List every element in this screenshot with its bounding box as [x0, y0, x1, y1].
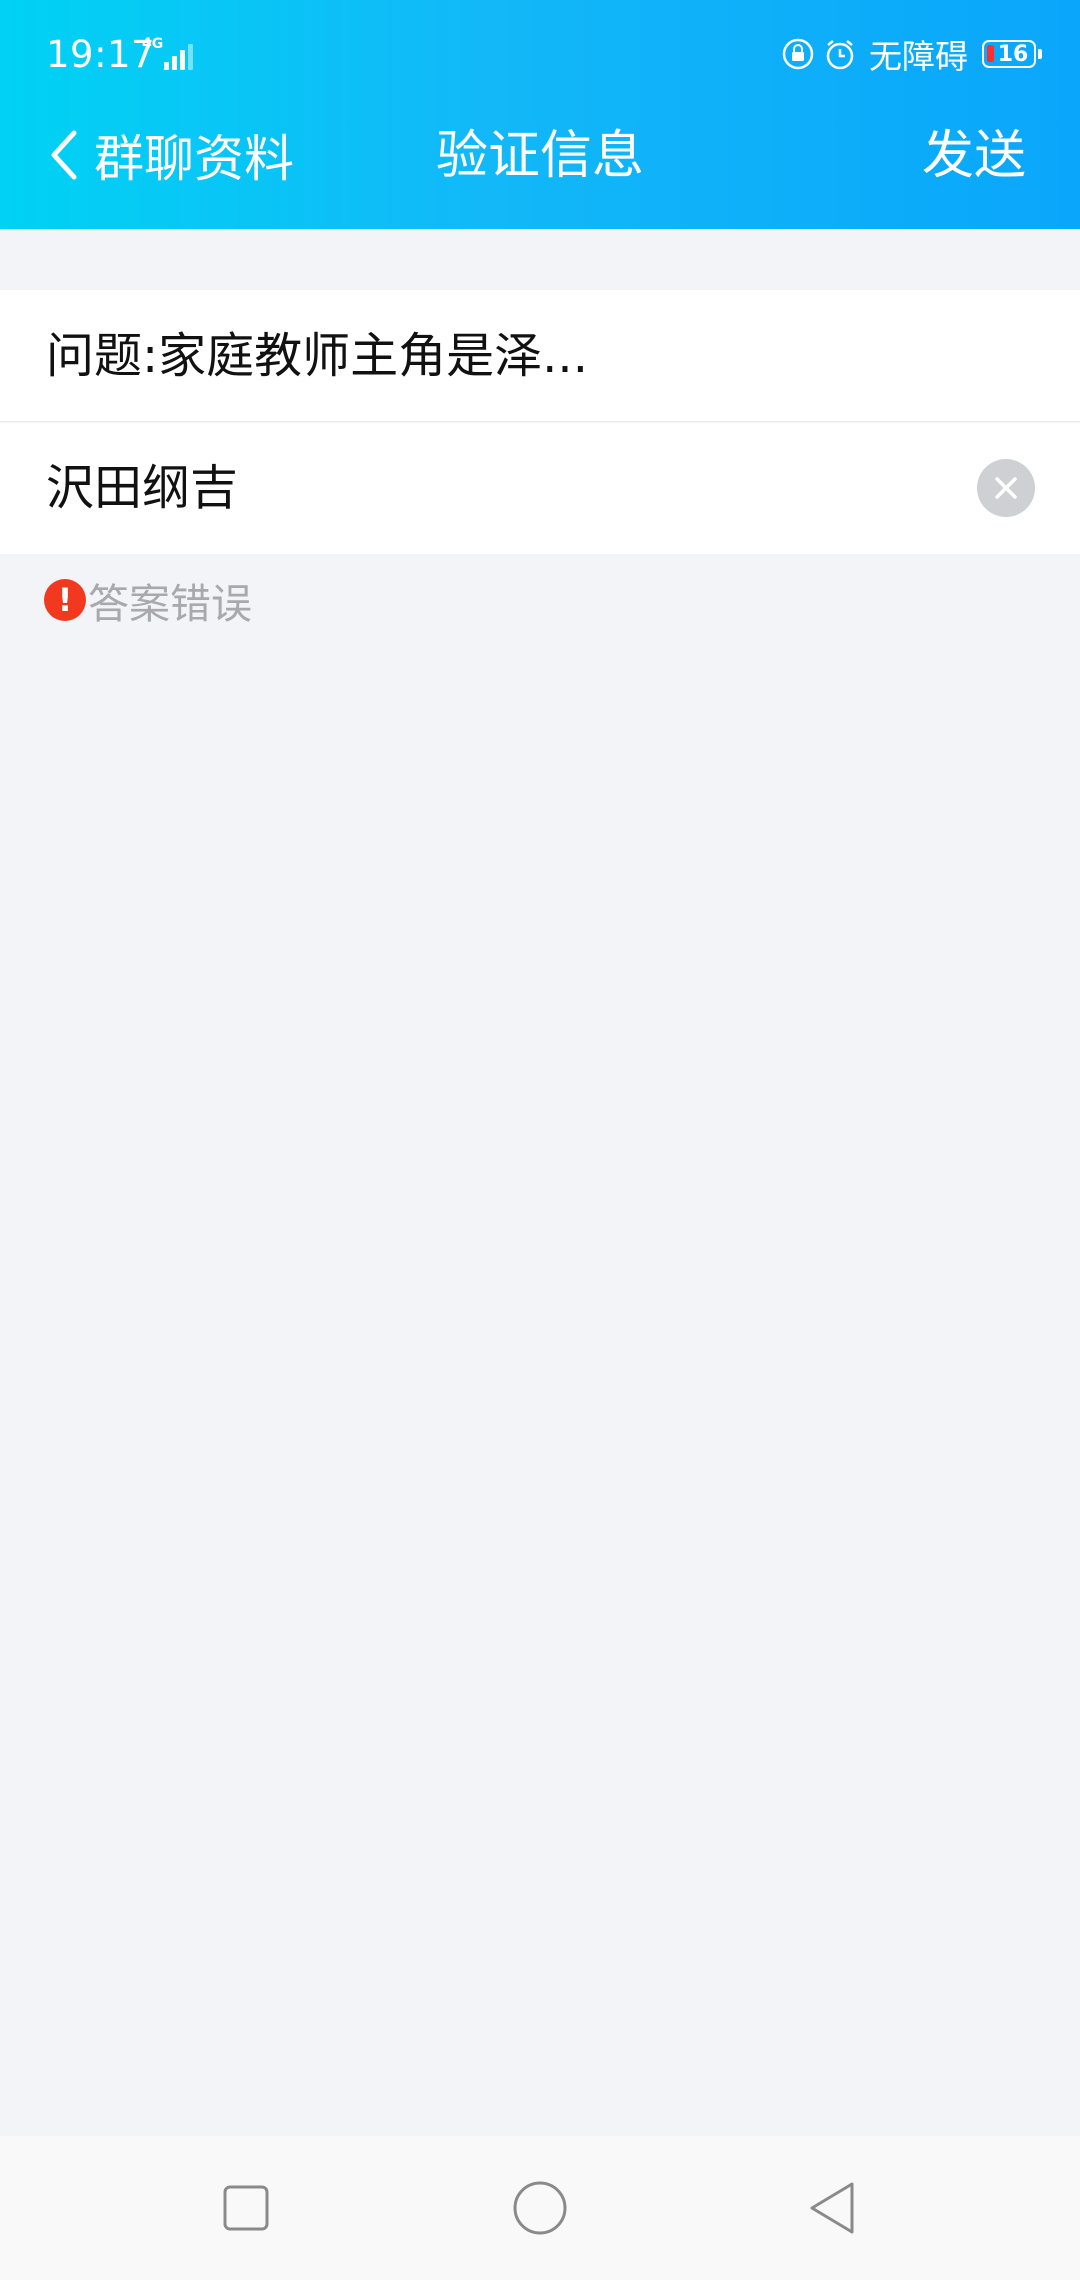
back-label: 群聊资料: [94, 130, 294, 188]
battery-level: 16: [997, 41, 1029, 67]
close-icon: [995, 477, 1017, 499]
cellular-signal-icon: 4G: [142, 36, 200, 70]
battery-icon: 16: [982, 40, 1042, 68]
question-row: 问题:家庭教师主角是泽...: [0, 290, 1080, 422]
send-button[interactable]: 发送: [922, 120, 1026, 192]
circle-icon: [513, 2181, 567, 2235]
back-button[interactable]: 群聊资料: [46, 120, 294, 190]
accessibility-label: 无障碍: [869, 37, 968, 76]
alarm-icon: [826, 40, 854, 70]
square-icon: [223, 2185, 269, 2231]
chevron-left-icon: [51, 130, 77, 180]
status-right-group: 无障碍 16: [773, 32, 1042, 76]
recent-apps-button[interactable]: [210, 2172, 282, 2244]
status-time: 19:17: [46, 33, 156, 76]
battery-low-indicator: [987, 45, 994, 62]
screen-lock-icon: [782, 38, 814, 70]
status-bar: 19:17 4G 无障碍 16: [0, 0, 1080, 110]
back-nav-button[interactable]: [798, 2172, 870, 2244]
error-message: ! 答案错误: [44, 572, 252, 628]
network-type-label: 4G: [142, 36, 164, 52]
top-header: 19:17 4G 无障碍 16 群聊资料 验证信息 发送: [0, 0, 1080, 229]
navigation-bar: [0, 2136, 1080, 2280]
answer-input[interactable]: [46, 423, 946, 554]
error-text: 答案错误: [88, 580, 252, 628]
clear-button[interactable]: [977, 459, 1035, 517]
home-button[interactable]: [504, 2172, 576, 2244]
question-text: 问题:家庭教师主角是泽...: [46, 328, 588, 384]
answer-row: [0, 423, 1080, 554]
triangle-back-icon: [810, 2182, 854, 2234]
error-icon: !: [44, 579, 86, 621]
